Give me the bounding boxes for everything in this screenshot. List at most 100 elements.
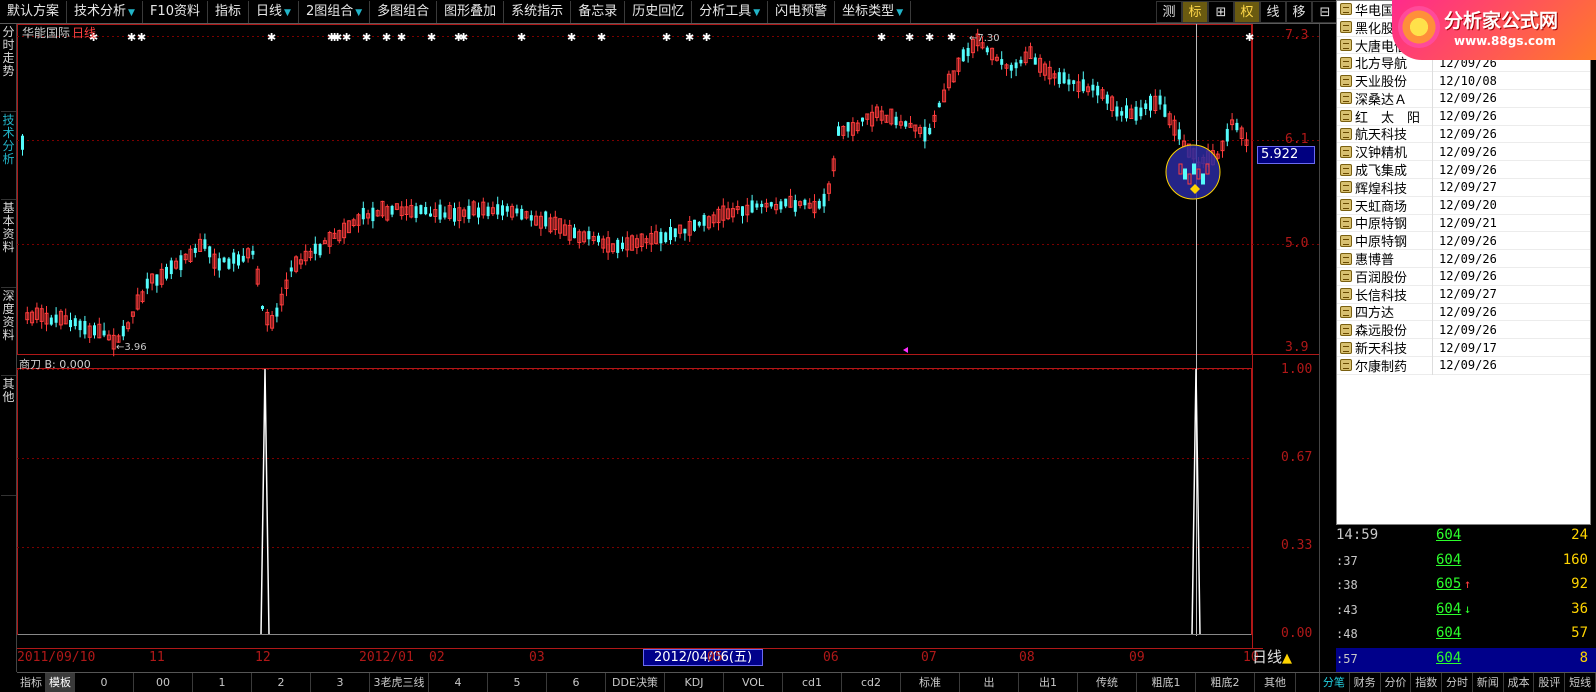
list-item[interactable]: 辉煌科技 12/09/27: [1337, 177, 1590, 197]
indicator-tab-0[interactable]: 指标: [17, 673, 46, 692]
indicator-tab-9[interactable]: 5: [488, 673, 547, 692]
list-item-date: 12/09/26: [1439, 144, 1497, 159]
indicator-tab-4[interactable]: 1: [193, 673, 252, 692]
right-tab-7[interactable]: 股评: [1534, 673, 1566, 692]
candle-body: [520, 208, 524, 220]
list-item[interactable]: 惠博普 12/09/26: [1337, 249, 1590, 269]
tick-row[interactable]: 14:59 604 24: [1336, 525, 1596, 550]
tick-row[interactable]: :43 604 ↓ 36: [1336, 599, 1596, 624]
toolbar-item-12[interactable]: 闪电预警: [768, 0, 836, 23]
toolbar-item-7[interactable]: 图形叠加: [437, 0, 505, 23]
indicator-tab-13[interactable]: VOL: [724, 673, 783, 692]
toolbar-item-10[interactable]: 历史回忆: [625, 0, 693, 23]
list-item[interactable]: 深桑达Ａ 12/09/26: [1337, 88, 1590, 108]
tick-list: 14:59 604 24:37 604 160:38 605 ↑ 92:43 604 ↓ 36:48…: [1336, 525, 1596, 672]
list-item[interactable]: 森远股份 12/09/26: [1337, 320, 1590, 340]
candle-body: [313, 243, 317, 254]
indicator-tab-18[interactable]: 出1: [1019, 673, 1078, 692]
toolbar-item-8[interactable]: 系统指示: [504, 0, 572, 23]
list-item[interactable]: 长信科技 12/09/27: [1337, 284, 1590, 304]
indicator-tab-17[interactable]: 出: [960, 673, 1019, 692]
indicator-tab-5[interactable]: 2: [252, 673, 311, 692]
tick-row[interactable]: :38 605 ↑ 92: [1336, 574, 1596, 599]
indicator-tab-12[interactable]: KDJ: [665, 673, 724, 692]
indicator-tab-21[interactable]: 粗底2: [1196, 673, 1255, 692]
right-tab-0[interactable]: 分笔: [1319, 673, 1350, 692]
list-item[interactable]: 中原特钢 12/09/26: [1337, 231, 1590, 251]
indicator-tab-14[interactable]: cd1: [783, 673, 842, 692]
stock-list-popup[interactable]: 华电国际 黑化股份 大唐电信 北方导航 12/09/26 天业股份 12/10/08 深桑达Ａ…: [1336, 0, 1591, 525]
list-item[interactable]: 新天科技 12/09/17: [1337, 338, 1590, 358]
indicator-tab-20[interactable]: 粗底1: [1137, 673, 1196, 692]
toolbar-right-button-1[interactable]: 标: [1182, 1, 1208, 23]
indicator-tab-10[interactable]: 6: [547, 673, 606, 692]
candle-body: [750, 200, 754, 213]
toolbar-item-11[interactable]: 分析工具: [692, 0, 769, 23]
signal-star-icon: ✱: [662, 31, 671, 44]
right-tab-2[interactable]: 分价: [1381, 673, 1412, 692]
list-item[interactable]: 中原特钢 12/09/21: [1337, 213, 1590, 233]
toolbar-item-1[interactable]: 技术分析: [67, 0, 143, 23]
kline-chart[interactable]: ✱ ✱ ✱ ✱ ✱✱✱ ✱ ✱ ✱ ✱ ✱ ✱✱ ✱ ✱ ✱ ✱ ✱ ✱ ✱ ✱ ✱ ✱ ✱: [17, 24, 1335, 648]
candle-body: [83, 321, 87, 335]
right-tab-1[interactable]: 财务: [1350, 673, 1381, 692]
toolbar-right-button-2[interactable]: ⊞: [1208, 1, 1234, 23]
list-item[interactable]: 天业股份 12/10/08: [1337, 71, 1590, 91]
indicator-tab-7[interactable]: 3老虎三线: [370, 673, 429, 692]
right-tab-4[interactable]: 分时: [1442, 673, 1473, 692]
candle-body: [1062, 72, 1066, 84]
indicator-tab-16[interactable]: 标准: [901, 673, 960, 692]
toolbar-item-5[interactable]: 2图组合: [299, 0, 371, 23]
list-item[interactable]: 尔康制药 12/09/26: [1337, 355, 1590, 375]
tick-row[interactable]: :37 604 160: [1336, 550, 1596, 575]
right-tab-5[interactable]: 新闻: [1473, 673, 1504, 692]
toolbar-item-4[interactable]: 日线: [249, 0, 299, 23]
indicator-tab-6[interactable]: 3: [311, 673, 370, 692]
list-item[interactable]: 红 太 阳 12/09/26: [1337, 106, 1590, 126]
candle-body: [261, 305, 264, 310]
stock-file-icon: [1340, 270, 1352, 283]
toolbar-item-2[interactable]: F10资料: [143, 0, 208, 23]
candle-body: [861, 117, 864, 122]
list-item[interactable]: 航天科技 12/09/26: [1337, 124, 1590, 144]
left-tab-2[interactable]: 基本资料: [1, 200, 16, 288]
toolbar-item-6[interactable]: 多图组合: [370, 0, 438, 23]
toolbar-item-3[interactable]: 指标: [208, 0, 249, 23]
toolbar-right-button-5[interactable]: 移: [1286, 1, 1312, 23]
right-tab-3[interactable]: 指数: [1411, 673, 1443, 692]
right-tab-8[interactable]: 短线: [1565, 673, 1596, 692]
tick-row[interactable]: :57 604 8: [1336, 647, 1596, 672]
indicator-tab-1[interactable]: 模板: [46, 673, 75, 692]
toolbar-item-0[interactable]: 默认方案: [0, 0, 68, 23]
indicator-tab-2[interactable]: 0: [75, 673, 134, 692]
list-item[interactable]: 天虹商场 12/09/20: [1337, 195, 1590, 215]
left-tab-1[interactable]: 技术分析: [1, 112, 16, 200]
toolbar-right-button-4[interactable]: 线: [1260, 1, 1286, 23]
right-tab-6[interactable]: 成本: [1504, 673, 1535, 692]
candle-body: [237, 254, 240, 266]
indicator-tab-3[interactable]: 00: [134, 673, 193, 692]
toolbar-item-13[interactable]: 坐标类型: [835, 0, 912, 23]
candle-body: [1115, 106, 1119, 117]
indicator-tab-11[interactable]: DDE决策: [606, 673, 665, 692]
left-tab-0[interactable]: 分时走势: [1, 24, 16, 112]
indicator-tab-19[interactable]: 传统: [1078, 673, 1137, 692]
toolbar-item-9[interactable]: 备忘录: [571, 0, 626, 23]
list-item[interactable]: 成飞集成 12/09/26: [1337, 160, 1590, 180]
indicator-tab-8[interactable]: 4: [429, 673, 488, 692]
date-axis-label: 09: [1129, 650, 1145, 665]
indicator-tab-15[interactable]: cd2: [842, 673, 901, 692]
period-button[interactable]: 日线▲: [1246, 648, 1318, 666]
tick-row[interactable]: :48 604 57: [1336, 623, 1596, 648]
chart-area[interactable]: ✱ ✱ ✱ ✱ ✱ ✱ ✱ ✱ ✱ ✱ ✱ ✱ ✱ ✱ ✱ ✱ ✱ ✱ ✱ ✱ ✱ ✱ ✱ ✱ ✱ 华能国际 日线 商刀 B: 0…: [17, 24, 1335, 648]
list-item[interactable]: 汉钟精机 12/09/26: [1337, 142, 1590, 162]
list-item[interactable]: 百润股份 12/09/26: [1337, 266, 1590, 286]
toolbar-right-button-3[interactable]: 权: [1234, 1, 1260, 23]
left-tab-4[interactable]: 其他: [1, 376, 16, 496]
toolbar-right-button-6[interactable]: ⊟: [1312, 1, 1338, 23]
candle-body: [817, 200, 821, 209]
list-item[interactable]: 四方达 12/09/26: [1337, 302, 1590, 322]
left-tab-3[interactable]: 深度资料: [1, 288, 16, 376]
toolbar-right-button-0[interactable]: 测: [1156, 1, 1182, 23]
indicator-tab-22[interactable]: 其他: [1255, 673, 1296, 692]
